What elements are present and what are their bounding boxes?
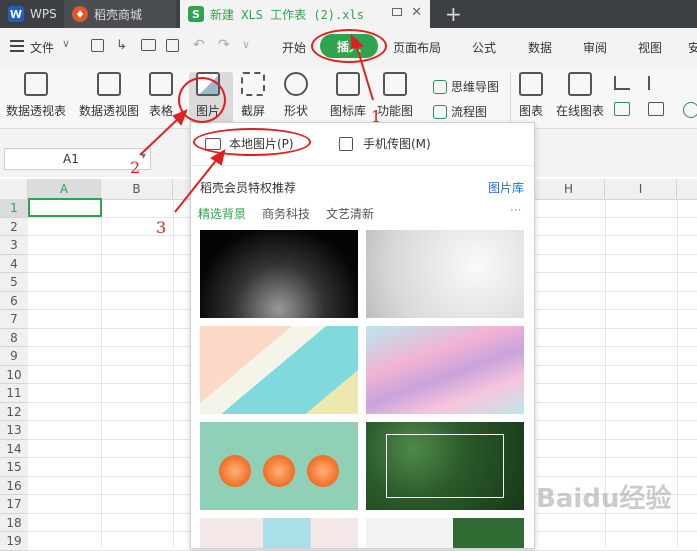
arrow-1-head — [351, 33, 365, 50]
arrow-2-line — [139, 116, 181, 156]
annotation-number: 1 — [371, 107, 382, 126]
baidu-watermark: Baidu经验 — [536, 484, 672, 514]
arrow-3-line — [174, 157, 219, 213]
arrow-1-line — [355, 43, 374, 101]
annotation-number: 3 — [156, 218, 167, 237]
annotation-number: 2 — [130, 158, 141, 177]
annotation-arrows — [139, 33, 374, 213]
